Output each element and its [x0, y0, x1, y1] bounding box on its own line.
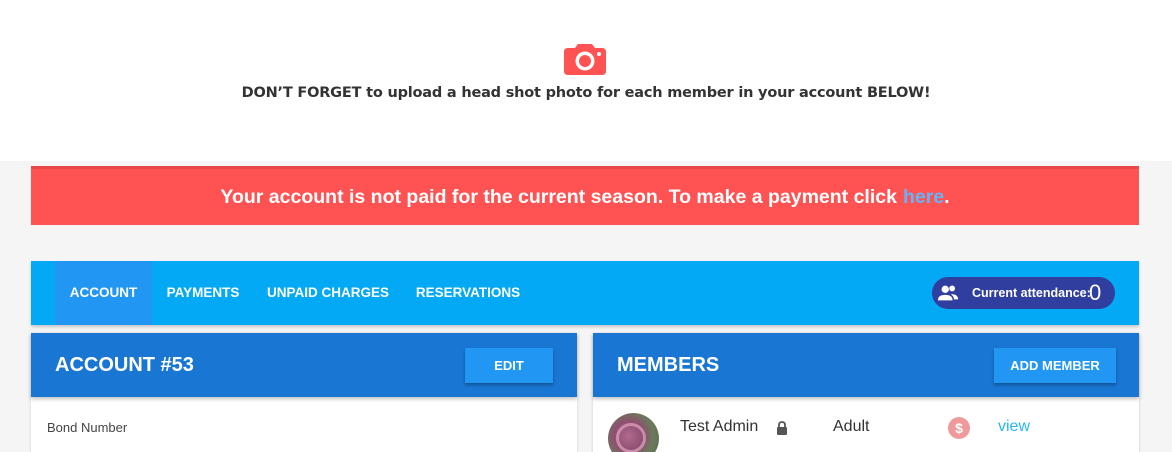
attendance-label: Current attendance: [972, 286, 1091, 300]
bond-number-label: Bond Number [47, 420, 128, 435]
member-name: Test Admin [680, 418, 759, 435]
members-card-header: MEMBERS ADD MEMBER [593, 333, 1139, 397]
upload-reminder-text: DON’T FORGET to upload a head shot photo… [241, 85, 931, 101]
photo-reminder-section: DON’T FORGET to upload a head shot photo… [0, 0, 1172, 161]
alert-suffix: . [944, 185, 950, 208]
edit-button[interactable]: EDIT [465, 348, 553, 383]
add-member-button[interactable]: ADD MEMBER [994, 348, 1116, 383]
camera-icon [564, 44, 606, 75]
tab-unpaid-charges[interactable]: UNPAID CHARGES [254, 261, 402, 325]
member-type: Adult [833, 418, 870, 435]
alert-message: Your account is not paid for the current… [220, 185, 897, 208]
view-member-link[interactable]: view [998, 418, 1030, 436]
tab-payments[interactable]: PAYMENTS [152, 261, 254, 325]
account-card: ACCOUNT #53 EDIT Bond Number [31, 333, 577, 452]
members-title: MEMBERS [617, 354, 720, 376]
members-card: MEMBERS ADD MEMBER Test Admin Adult $ vi… [593, 333, 1139, 452]
tab-reservations[interactable]: RESERVATIONS [402, 261, 534, 325]
attendance-badge: Current attendance: 0 [932, 277, 1115, 309]
payment-link[interactable]: here [903, 186, 944, 209]
dollar-icon: $ [948, 417, 970, 439]
avatar [608, 413, 659, 452]
lock-icon [777, 421, 787, 435]
tab-account[interactable]: ACCOUNT [55, 261, 152, 325]
attendance-count: 0 [1089, 280, 1102, 305]
people-icon [937, 285, 959, 301]
navigation-tabs: ACCOUNT PAYMENTS UNPAID CHARGES RESERVAT… [31, 261, 1139, 325]
payment-alert-banner: Your account is not paid for the current… [31, 166, 1139, 225]
account-card-header: ACCOUNT #53 EDIT [31, 333, 577, 397]
member-row: Test Admin Adult $ view [593, 407, 1139, 452]
account-title: ACCOUNT #53 [55, 354, 194, 376]
